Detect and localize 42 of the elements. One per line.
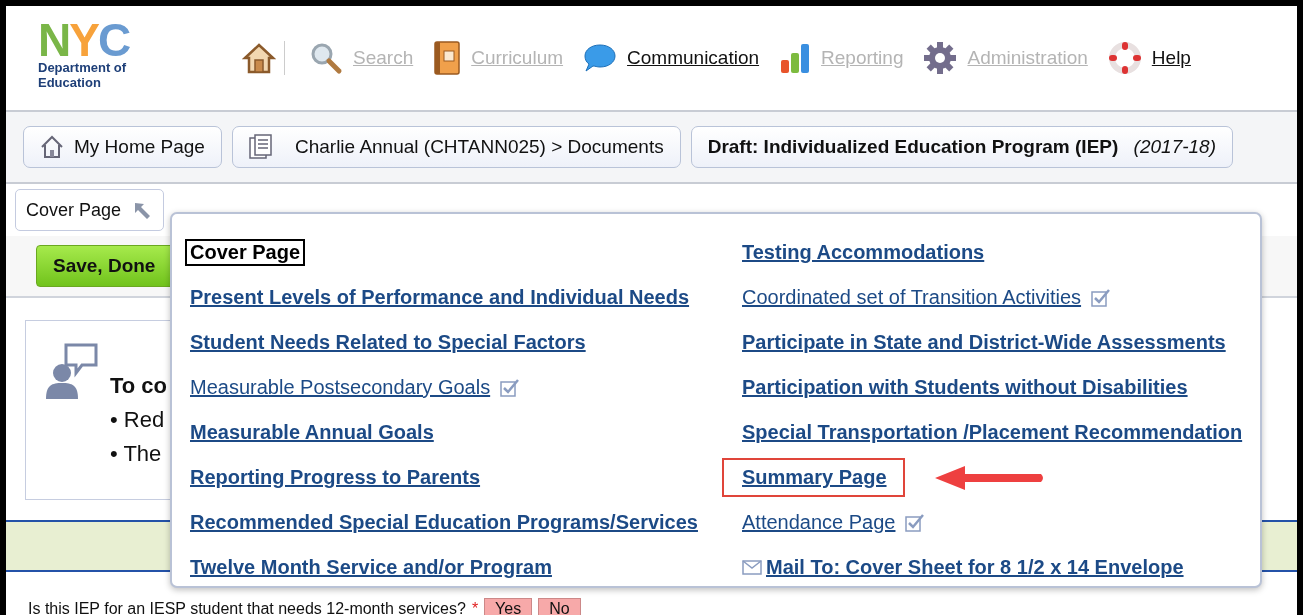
instruction-bullet: • Red bbox=[110, 407, 166, 433]
answer-option[interactable]: Yes bbox=[484, 598, 533, 615]
breadcrumb[interactable]: Draft: Individualized Education Program (IEP) (2017-18) bbox=[690, 126, 1233, 168]
question-text: Is this IEP for an IESP student that needs 12-month services? bbox=[28, 600, 466, 615]
section-link[interactable]: Cover Page bbox=[185, 239, 306, 266]
house-icon bbox=[40, 135, 64, 159]
section-dropdown[interactable]: Cover Page bbox=[15, 189, 165, 231]
section-link[interactable]: Present Levels of Performance and Individual Needs bbox=[190, 286, 690, 309]
house-icon[interactable] bbox=[242, 42, 276, 74]
envelope-icon bbox=[742, 560, 762, 575]
person-speech-icon bbox=[46, 343, 98, 399]
search-icon bbox=[309, 41, 343, 75]
speech-bubble-icon bbox=[583, 42, 618, 74]
section-link[interactable]: Special Transportation /Placement Recommendation bbox=[742, 421, 1243, 444]
bar-chart-icon bbox=[779, 42, 812, 74]
section-link[interactable]: Participation with Students without Disabilities bbox=[742, 376, 1188, 399]
document-icon bbox=[248, 134, 273, 160]
section-link[interactable]: Reporting Progress to Parents bbox=[190, 466, 481, 489]
breadcrumb[interactable]: Charlie Annual (CHTANN025) > Documents bbox=[231, 126, 681, 168]
arrow-icon bbox=[133, 201, 152, 219]
nyc-logo: NYC Department of Education bbox=[38, 20, 131, 90]
section-link[interactable]: Twelve Month Service and/or Program bbox=[190, 556, 552, 579]
section-link[interactable]: Testing Accommodations bbox=[742, 241, 985, 264]
section-link[interactable]: Mail To: Cover Sheet for 8 1/2 x 14 Envelope bbox=[766, 556, 1184, 579]
instruction-bullet: • The bbox=[110, 441, 163, 467]
breadcrumb[interactable]: My Home Page bbox=[23, 126, 222, 168]
nav-link[interactable]: Help bbox=[1107, 41, 1191, 75]
section-link[interactable]: Summary Page bbox=[742, 466, 887, 489]
section-link[interactable]: Measurable Postsecondary Goals bbox=[190, 376, 491, 399]
answer-option[interactable]: No bbox=[538, 598, 581, 615]
instructions-title: To co bbox=[110, 373, 168, 399]
section-link[interactable]: Attendance Page bbox=[742, 511, 896, 534]
nav-link[interactable]: Communication bbox=[583, 42, 760, 74]
section-link[interactable]: Student Needs Related to Special Factors bbox=[190, 331, 586, 354]
settings-icon bbox=[923, 41, 958, 75]
section-link[interactable]: Recommended Special Education Programs/Services bbox=[190, 511, 698, 534]
required-mark: * bbox=[471, 600, 479, 615]
book-icon bbox=[433, 41, 462, 75]
life-ring-icon bbox=[1107, 41, 1142, 75]
section-link[interactable]: Measurable Annual Goals bbox=[190, 421, 434, 444]
section-link[interactable]: Participate in State and District-Wide Assessments bbox=[742, 331, 1226, 354]
section-link[interactable]: Coordinated set of Transition Activities bbox=[742, 286, 1082, 309]
